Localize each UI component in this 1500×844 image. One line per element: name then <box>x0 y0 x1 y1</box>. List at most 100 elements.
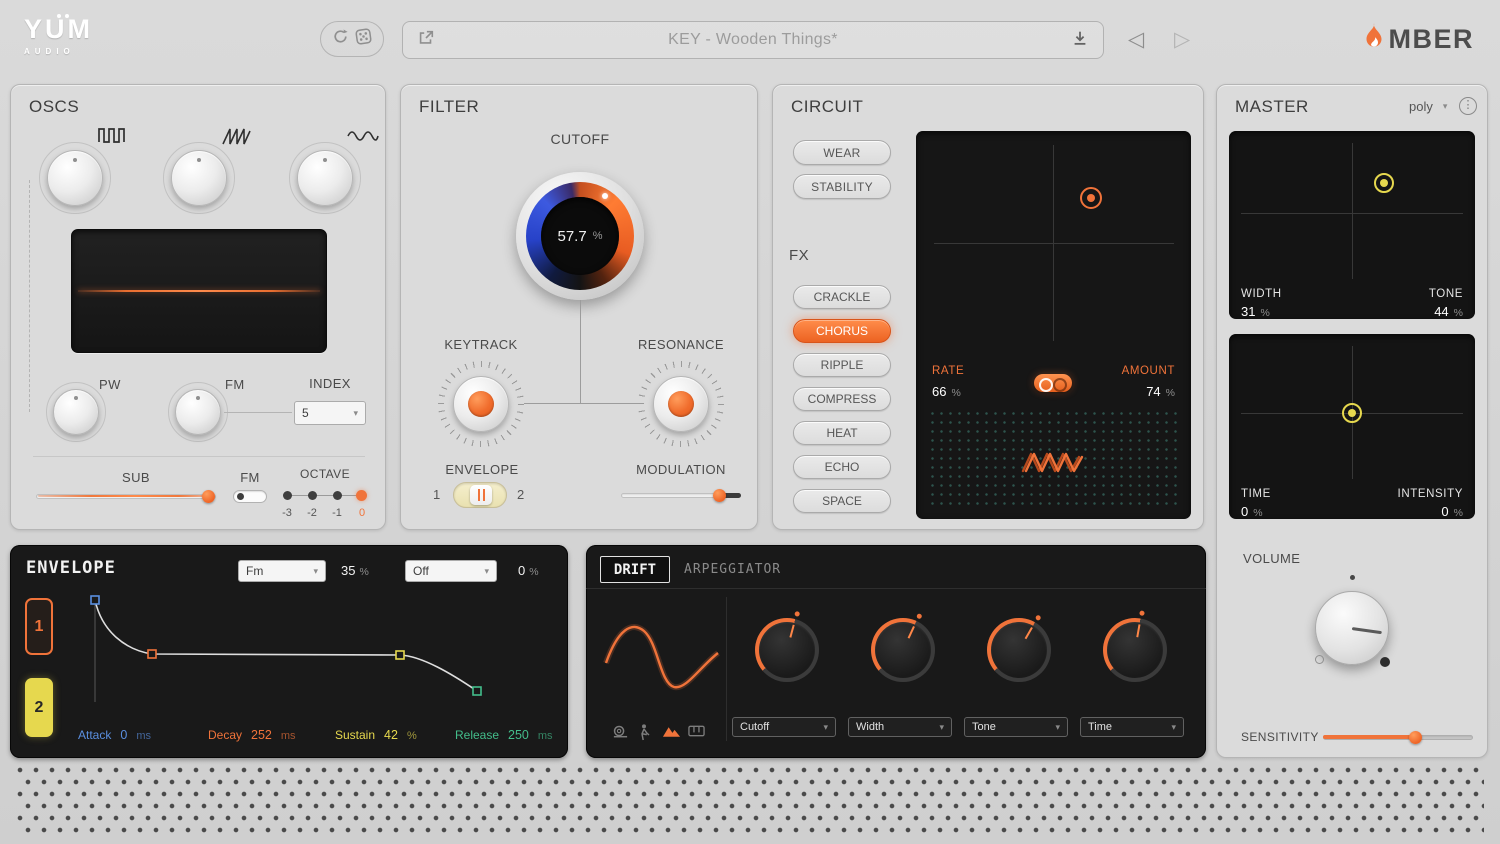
chevron-down-icon: ▾ <box>353 408 358 419</box>
drift-knob-tone[interactable] <box>987 618 1051 682</box>
fm-knob[interactable] <box>175 389 221 435</box>
master-panel: MASTER poly ▾ ⋮ WIDTH 31% TONE 44% TIME … <box>1216 84 1488 758</box>
drift-target-4-dropdown[interactable]: Time ▾ <box>1080 717 1184 737</box>
volume-min-dot <box>1315 655 1324 664</box>
tab-arpeggiator[interactable]: ARPEGGIATOR <box>684 562 781 577</box>
modulation-label: MODULATION <box>621 462 741 477</box>
osc3-level-knob[interactable] <box>297 150 353 206</box>
xy-marker[interactable] <box>1080 187 1102 209</box>
slider-handle[interactable] <box>713 489 726 502</box>
saw-wave-icon <box>221 125 251 152</box>
envelope-tab-1[interactable]: 1 <box>25 598 53 655</box>
chevron-down-icon: ▾ <box>484 566 489 577</box>
crosshair-horizontal <box>934 243 1174 244</box>
prev-preset-button[interactable]: ◁ <box>1128 27 1144 53</box>
knob-needle <box>1025 627 1033 639</box>
refresh-icon[interactable] <box>332 28 349 50</box>
voice-mode-value: poly <box>1409 99 1433 114</box>
pw-knob[interactable] <box>53 389 99 435</box>
master-title: MASTER <box>1235 97 1309 117</box>
fx-button-ripple[interactable]: RIPPLE <box>793 353 891 377</box>
fx-button-crackle[interactable]: CRACKLE <box>793 285 891 309</box>
piano-keys-icon[interactable] <box>688 724 705 742</box>
dice-icon[interactable] <box>355 28 372 50</box>
drift-target-1-dropdown[interactable]: Cutoff ▾ <box>732 717 836 737</box>
envelope-option-1[interactable]: 1 <box>433 487 440 502</box>
drift-knob-cutoff[interactable] <box>755 618 819 682</box>
download-icon[interactable] <box>1071 29 1089 52</box>
envelope-option-2[interactable]: 2 <box>517 487 524 502</box>
wear-button[interactable]: WEAR <box>793 140 891 165</box>
filter-panel: FILTER CUTOFF 57.7 % KEYTRACK RESONANCE … <box>400 84 758 530</box>
snail-icon[interactable] <box>612 724 629 744</box>
drift-target-value: Width <box>856 721 884 733</box>
mod-target-2-dropdown[interactable]: Off ▾ <box>405 560 497 582</box>
stability-button[interactable]: STABILITY <box>793 174 891 199</box>
resonance-knob[interactable] <box>653 376 709 432</box>
tab-drift[interactable]: DRIFT <box>600 556 670 583</box>
export-icon[interactable] <box>417 29 435 52</box>
octave-value: -3 <box>277 507 297 519</box>
mber-brand-logo: MBER <box>1361 22 1475 57</box>
knob-needle <box>908 626 915 639</box>
circuit-xy-pad[interactable]: RATE 66% AMOUNT 74% <box>916 131 1191 519</box>
oscs-divider <box>33 456 365 457</box>
volume-knob[interactable] <box>1315 591 1389 665</box>
keytrack-knob[interactable] <box>453 376 509 432</box>
cutoff-value: 57.7 <box>558 228 587 245</box>
fx-button-heat[interactable]: HEAT <box>793 421 891 445</box>
logo-umlaut-dots <box>57 14 61 18</box>
walking-person-icon[interactable] <box>638 724 650 746</box>
slider-handle[interactable] <box>202 490 215 503</box>
knob-face <box>1107 622 1163 678</box>
width-tone-xy-pad[interactable]: WIDTH 31% TONE 44% <box>1229 131 1475 319</box>
octave-dot-minus2[interactable] <box>308 491 317 500</box>
fx-button-echo[interactable]: ECHO <box>793 455 891 479</box>
sub-slider[interactable] <box>36 488 216 504</box>
envelope-curve-editor[interactable] <box>70 590 550 717</box>
osc2-level-knob[interactable] <box>171 150 227 206</box>
preset-bar[interactable]: KEY - Wooden Things* <box>402 21 1104 59</box>
osc1-level-knob[interactable] <box>47 150 103 206</box>
octave-value: -2 <box>302 507 322 519</box>
drift-knob-width[interactable] <box>871 618 935 682</box>
mod-target-1-dropdown[interactable]: Fm ▾ <box>238 560 326 582</box>
slider-handle[interactable] <box>1409 731 1422 744</box>
voice-mode-dropdown[interactable]: poly ▾ <box>1409 99 1447 114</box>
fm-toggle[interactable] <box>233 490 267 503</box>
xy-marker[interactable] <box>1342 403 1362 423</box>
fx-button-space[interactable]: SPACE <box>793 489 891 513</box>
oscs-title: OSCS <box>29 97 79 117</box>
volume-needle <box>1352 627 1382 634</box>
time-intensity-xy-pad[interactable]: TIME 0% INTENSITY 0% <box>1229 334 1475 519</box>
mountain-icon[interactable] <box>662 724 681 743</box>
fx-button-chorus[interactable]: CHORUS <box>793 319 891 343</box>
sensitivity-slider[interactable] <box>1323 729 1473 745</box>
index-dropdown[interactable]: 5 ▾ <box>294 401 366 425</box>
time-label: TIME <box>1241 488 1271 500</box>
drift-target-2-dropdown[interactable]: Width ▾ <box>848 717 952 737</box>
drift-target-3-dropdown[interactable]: Tone ▾ <box>964 717 1068 737</box>
octave-dot-minus3[interactable] <box>283 491 292 500</box>
cutoff-knob[interactable]: 57.7 % <box>516 172 644 300</box>
drift-target-value: Tone <box>972 721 996 733</box>
drift-target-value: Cutoff <box>740 721 769 733</box>
modulation-slider[interactable] <box>621 487 741 503</box>
resonance-label: RESONANCE <box>621 337 741 352</box>
knob-face <box>875 622 931 678</box>
fx-power-toggle[interactable] <box>1034 374 1072 392</box>
envelope-select-toggle[interactable] <box>453 482 507 508</box>
width-label: WIDTH <box>1241 288 1282 300</box>
time-value: 0% <box>1241 504 1263 519</box>
drift-wave-display <box>602 601 722 721</box>
next-preset-button[interactable]: ▷ <box>1174 27 1190 53</box>
envelope-tab-2[interactable]: 2 <box>25 678 53 737</box>
octave-dot-minus1[interactable] <box>333 491 342 500</box>
knob-needle <box>1136 624 1140 637</box>
octave-dot-zero[interactable] <box>356 490 367 501</box>
xy-marker[interactable] <box>1374 173 1394 193</box>
drift-knob-time[interactable] <box>1103 618 1167 682</box>
fx-button-compress[interactable]: COMPRESS <box>793 387 891 411</box>
knob-needle <box>789 625 794 638</box>
info-icon[interactable]: ⋮ <box>1459 97 1477 115</box>
